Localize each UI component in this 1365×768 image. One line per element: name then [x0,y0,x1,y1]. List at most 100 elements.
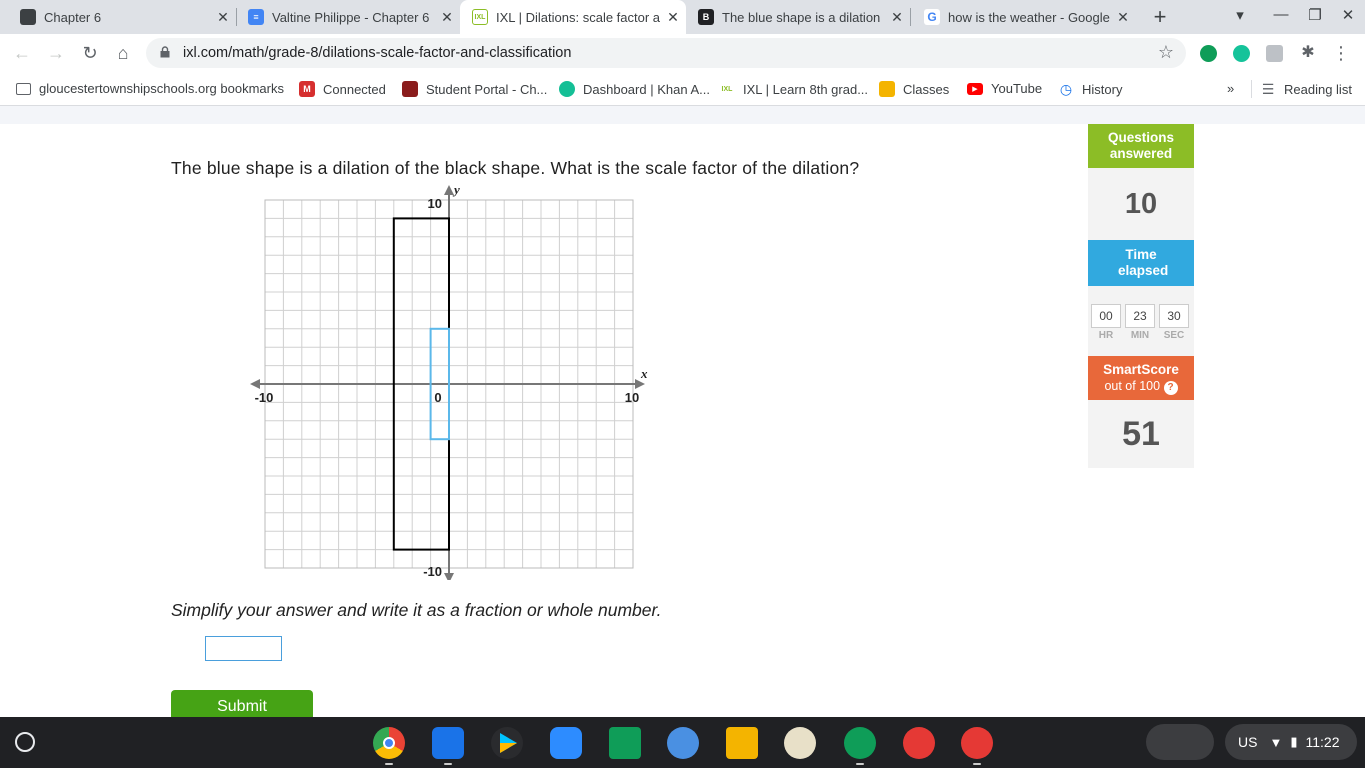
close-icon[interactable]: ✕ [1110,9,1136,26]
time-seconds-unit: SEC [1163,330,1185,341]
y-axis-label: y [452,182,460,197]
answer-input[interactable] [205,636,282,661]
minimize-icon[interactable]: — [1270,6,1292,23]
restore-icon[interactable]: ❐ [1304,6,1326,24]
origin-label: 0 [434,390,441,405]
google-favicon-icon: G [924,9,940,25]
back-arrow-icon[interactable]: ← [12,43,32,63]
connected-m-icon: M [299,81,315,97]
menu-kebab-icon[interactable]: ⋮ [1331,43,1351,63]
battery-icon: ▮ [1290,734,1298,749]
tab-separator [910,8,911,26]
help-question-icon[interactable]: ? [1163,380,1178,395]
photos-app-icon[interactable] [667,727,699,759]
address-bar[interactable]: ixl.com/math/grade-8/dilations-scale-fac… [146,38,1186,68]
bookmark-gloucester[interactable]: gloucestertownshipschools.org bookmarks [16,81,284,96]
y-max-tick-label: 10 [428,196,442,211]
tab-ixl-dilations[interactable]: IXL IXL | Dilations: scale factor a ✕ [460,0,686,34]
files-app-icon[interactable] [432,727,464,759]
screenshot-running-dot [973,763,981,765]
bookmarks-overflow[interactable]: » [1227,81,1234,96]
overflow-chevron-icon: » [1227,81,1235,96]
launcher-circle-icon[interactable] [15,732,35,752]
bookmark-star-icon[interactable]: ☆ [1158,42,1174,63]
time-elapsed-label: Time elapsed [1118,247,1169,278]
url-text: ixl.com/math/grade-8/dilations-scale-fac… [183,45,572,61]
screenshot-app-icon[interactable] [961,727,993,759]
bookmark-label: IXL | Learn 8th grad... [743,81,869,97]
keyboard-locale: US [1238,734,1258,750]
bookmark-ixl[interactable]: IXL IXL | Learn 8th grad... [719,81,868,97]
tab-chapter-6[interactable]: Chapter 6 ✕ [8,0,236,34]
bookmark-label: Student Portal - Ch... [426,81,548,97]
close-icon[interactable]: ✕ [660,9,686,26]
notification-tray[interactable] [1146,724,1214,760]
tab-title: how is the weather - Google [948,9,1110,25]
hangouts-running-dot [856,763,864,765]
tab-search-icon[interactable]: ▾ [1229,6,1251,24]
time-seconds: 30 [1159,304,1189,328]
extension-r-icon[interactable] [1266,45,1283,62]
time-minutes-unit: MIN [1130,330,1150,341]
tab-weather[interactable]: G how is the weather - Google ✕ [912,0,1136,34]
bookmark-history[interactable]: ◷ History [1058,81,1123,97]
bookmark-connected[interactable]: M Connected [299,81,386,97]
bookmark-youtube[interactable]: ▶ YouTube [967,81,1042,96]
time-hours-unit: HR [1098,330,1114,341]
student-portal-icon [402,81,418,97]
x-axis-left-arrow [250,379,260,389]
lock-icon [160,46,170,58]
time-hours: 00 [1091,304,1121,328]
status-area[interactable]: US ▼ ▮ 11:22 [1225,724,1357,760]
khan-academy-icon [559,81,575,97]
play-store-icon[interactable] [491,727,523,759]
os-shelf: US ▼ ▮ 11:22 [0,717,1365,768]
y-min-tick-label: -10 [423,564,442,579]
close-window-icon[interactable]: ✕ [1337,6,1359,24]
tab-valtine-chapter-6[interactable]: ≡ Valtine Philippe - Chapter 6 | ✕ [236,0,460,34]
zoom-app-icon[interactable] [550,727,582,759]
bookmark-khan[interactable]: Dashboard | Khan A... [559,81,710,97]
reload-icon[interactable]: ↻ [80,43,100,63]
wifi-icon: ▼ [1269,734,1283,750]
bookmark-student-portal[interactable]: Student Portal - Ch... [402,81,547,97]
browser-toolbar: ← → ↻ ⌂ ixl.com/math/grade-8/dilations-s… [0,34,1365,72]
close-icon[interactable]: ✕ [434,9,460,26]
reading-list-button[interactable]: ☰ Reading list [1260,81,1352,97]
x-max-tick-label: 10 [625,390,639,405]
bookmark-label: YouTube [991,81,1043,96]
time-minutes: 23 [1125,304,1155,328]
tab-title: Valtine Philippe - Chapter 6 | [272,9,434,25]
hangouts-app-icon[interactable] [844,727,876,759]
y-axis-top-arrow [444,185,454,195]
chrome-app-icon[interactable] [373,727,405,759]
home-icon[interactable]: ⌂ [113,43,133,63]
bookmark-classes[interactable]: Classes [879,81,949,97]
question-prompt: The blue shape is a dilation of the blac… [171,158,860,178]
extensions-puzzle-icon[interactable]: ✱ [1298,43,1318,63]
ixl-icon: IXL [719,81,735,97]
submit-button[interactable]: Submit [171,690,313,717]
forward-arrow-icon[interactable]: → [46,43,66,63]
close-icon[interactable]: ✕ [210,9,236,26]
x-min-tick-label: -10 [255,390,274,405]
answer-instruction: Simplify your answer and write it as a f… [171,600,662,620]
smartscore-subtitle: out of 100 ? [1088,378,1194,395]
close-icon[interactable]: ✕ [884,9,910,26]
grammarly-icon[interactable] [1233,45,1250,62]
reading-list-icon: ☰ [1261,80,1275,97]
canvas-art-app-icon[interactable] [784,727,816,759]
coordinate-graph: x y -10 10 10 -10 0 [250,182,648,580]
classroom-app-icon[interactable] [726,727,758,759]
classroom-icon [879,81,895,97]
tab-title: Chapter 6 [44,9,102,25]
new-tab-plus-icon[interactable]: + [1148,5,1172,29]
docs-favicon-icon: ≡ [248,9,264,25]
headphones-app-icon[interactable] [903,727,935,759]
bookmark-label: Dashboard | Khan A... [583,81,710,97]
bookmark-label: gloucestertownshipschools.org bookmarks [39,81,284,96]
brainly-favicon-icon: B [698,9,714,25]
tab-blue-shape[interactable]: B The blue shape is a dilation ✕ [686,0,910,34]
sheets-app-icon[interactable] [609,727,641,759]
extension-green-icon[interactable] [1200,45,1217,62]
